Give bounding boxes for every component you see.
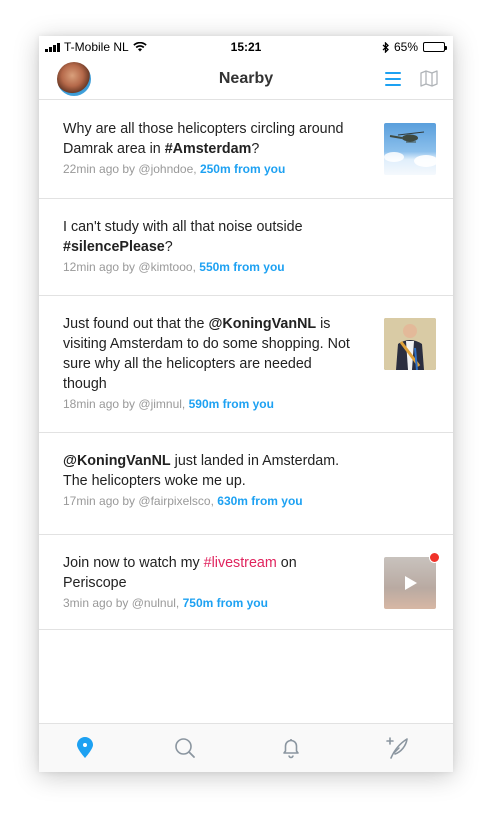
king-photo-thumbnail[interactable] [384,318,436,370]
hashtag[interactable]: #Amsterdam [165,141,252,157]
post-text: Why are all those helicopters circling a… [63,121,344,157]
livestream-hashtag[interactable]: #livestream [204,555,277,571]
feed-item[interactable]: @KoningVanNL just landed in Amsterdam. T… [39,433,453,535]
list-view-icon[interactable] [385,72,401,86]
status-bar: T-Mobile NL 15:21 65% [39,36,453,58]
battery-icon [423,42,447,52]
status-right-group: 65% [382,40,447,54]
location-pin-icon[interactable] [73,736,97,760]
post-text: Just found out that the @KoningVanNL is … [63,316,350,392]
mention[interactable]: @KoningVanNL [208,316,316,332]
post-text: I can't study with all that noise outsid… [63,219,303,255]
search-icon[interactable] [173,736,197,760]
bluetooth-icon [382,41,389,53]
post-meta: 12min ago by @kimtooo, 550m from you [63,260,285,274]
post-text: Join now to watch my #livestream on Peri… [63,555,297,591]
map-view-icon[interactable] [420,70,438,87]
post-distance: 750m from you [182,596,268,610]
feed-item[interactable]: Join now to watch my #livestream on Peri… [39,535,453,630]
post-meta: 17min ago by @fairpixelsco, 630m from yo… [63,494,303,508]
post-distance: 550m from you [199,260,285,274]
mention[interactable]: @KoningVanNL [63,453,171,469]
battery-percent: 65% [393,40,418,54]
play-icon[interactable] [405,576,417,590]
nearby-feed: Why are all those helicopters circling a… [39,101,453,630]
tab-bar [39,723,453,772]
feed-item[interactable]: I can't study with all that noise outsid… [39,199,453,296]
helicopter-photo-thumbnail[interactable] [384,123,436,175]
post-distance: 250m from you [199,162,286,176]
post-distance: 590m from you [188,397,274,411]
person-photo-icon [384,318,436,370]
bell-icon[interactable] [279,736,303,760]
feed-item[interactable]: Just found out that the @KoningVanNL is … [39,296,453,433]
hashtag[interactable]: #silencePlease [63,239,165,255]
livestream-video-thumbnail[interactable] [384,552,440,609]
helicopter-icon [384,131,436,167]
post-meta: 22min ago by @johndoe, 250m from you [63,162,286,176]
post-distance: 630m from you [217,494,303,508]
post-text: @KoningVanNL just landed in Amsterdam. T… [63,453,340,489]
navigation-bar: Nearby [39,58,453,100]
live-indicator-dot [429,552,440,563]
post-meta: 3min ago by @nulnul, 750m from you [63,596,268,610]
compose-feather-icon[interactable] [385,736,409,760]
feed-item[interactable]: Why are all those helicopters circling a… [39,101,453,199]
phone-screen: T-Mobile NL 15:21 65% Nearby Why are all… [39,36,453,772]
post-meta: 18min ago by @jimnul, 590m from you [63,397,274,411]
